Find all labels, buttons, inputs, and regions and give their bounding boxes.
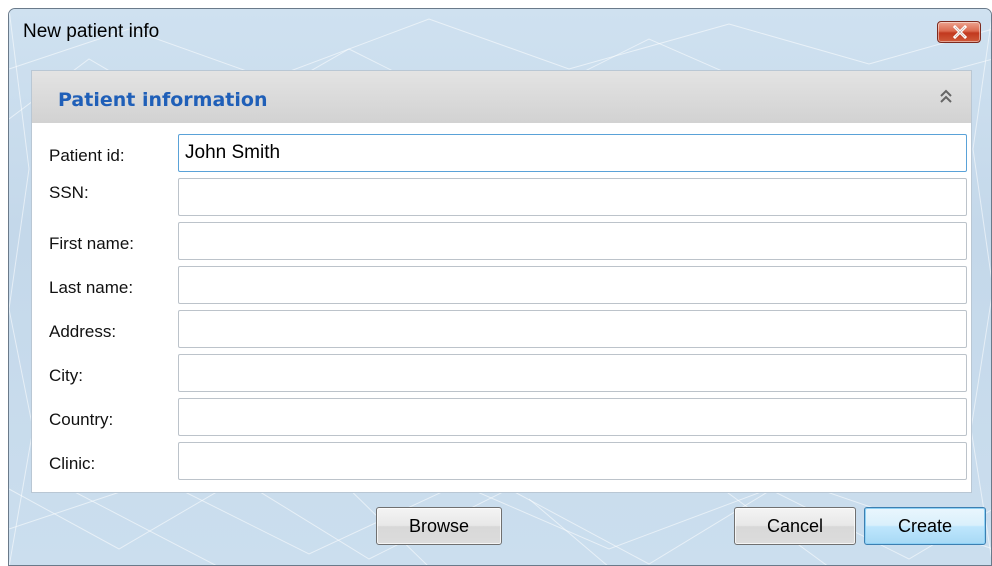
field-row-country: Country:: [32, 398, 973, 438]
field-row-city: City:: [32, 354, 973, 394]
close-button[interactable]: [937, 21, 981, 43]
window-title: New patient info: [23, 21, 160, 42]
patient-id-label: Patient id:: [49, 146, 125, 165]
last-name-label: Last name:: [49, 278, 134, 297]
country-label: Country:: [49, 410, 114, 429]
title-bar[interactable]: New patient info: [9, 9, 991, 51]
cancel-button[interactable]: Cancel: [734, 507, 856, 545]
clinic-label: Clinic:: [49, 454, 96, 473]
close-icon: [952, 25, 968, 39]
address-input[interactable]: [178, 310, 967, 348]
field-row-clinic: Clinic:: [32, 442, 973, 482]
field-row-patient-id: Patient id:: [32, 134, 973, 174]
field-row-address: Address:: [32, 310, 973, 350]
last-name-input[interactable]: [178, 266, 967, 304]
city-label: City:: [49, 366, 83, 385]
create-button[interactable]: Create: [864, 507, 986, 545]
panel-title: Patient information: [58, 89, 268, 111]
panel-header[interactable]: Patient information: [32, 71, 971, 123]
country-input[interactable]: [178, 398, 967, 436]
city-input[interactable]: [178, 354, 967, 392]
field-row-first-name: First name:: [32, 222, 973, 262]
clinic-input[interactable]: [178, 442, 967, 480]
ssn-label: SSN:: [49, 183, 89, 202]
address-label: Address:: [49, 322, 117, 341]
patient-info-panel: Patient information Patient id: SSN: Fir…: [31, 70, 972, 493]
dialog-window: New patient info Patient information Pat…: [8, 8, 992, 566]
browse-button[interactable]: Browse: [376, 507, 502, 545]
double-chevron-up-icon[interactable]: [939, 89, 953, 105]
field-row-last-name: Last name:: [32, 266, 973, 306]
first-name-input[interactable]: [178, 222, 967, 260]
field-row-ssn: SSN:: [32, 178, 973, 218]
first-name-label: First name:: [49, 234, 135, 253]
patient-id-input[interactable]: [178, 134, 967, 172]
ssn-input[interactable]: [178, 178, 967, 216]
